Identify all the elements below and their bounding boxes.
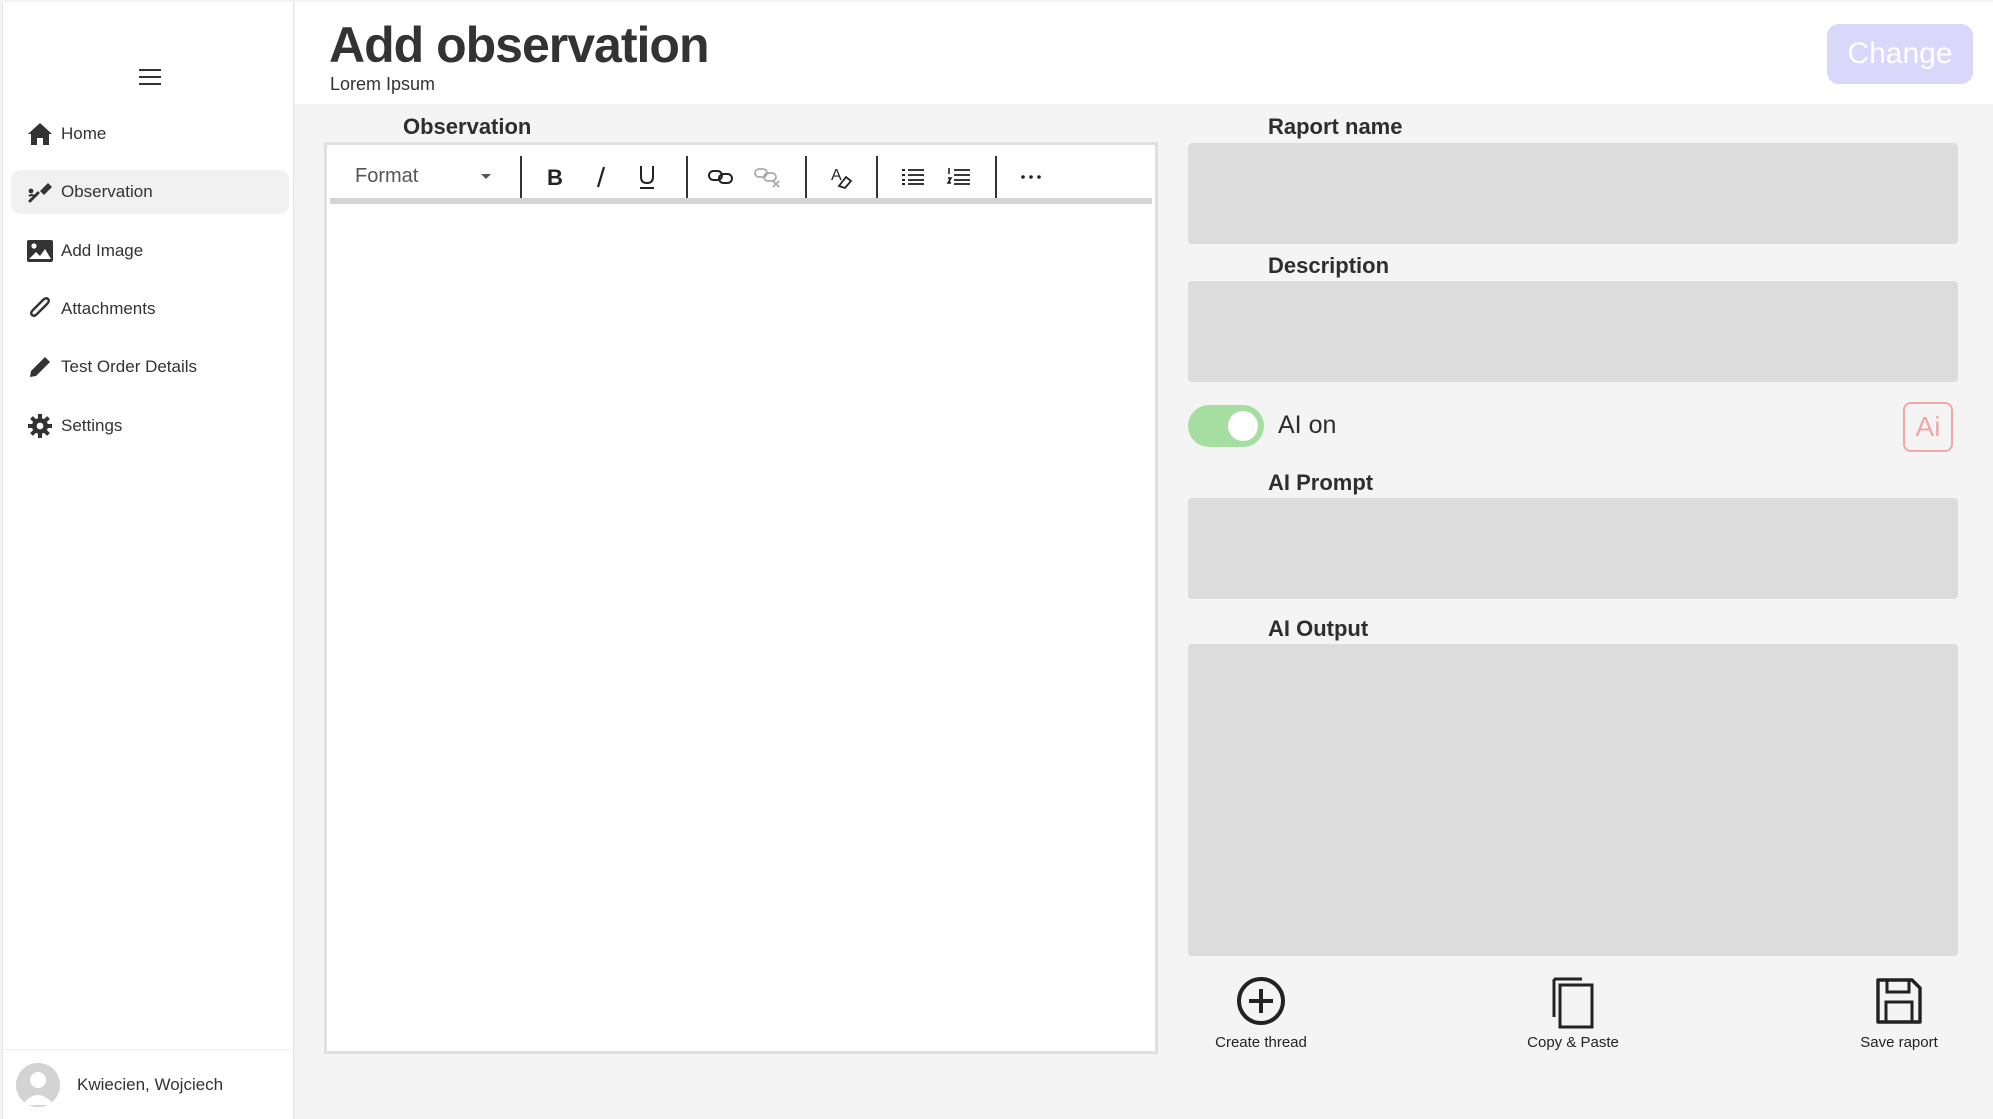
description-input[interactable] [1188,281,1958,382]
ai-toggle-label: AI on [1278,411,1337,439]
toolbar-separator [520,156,522,198]
svg-text:B: B [547,165,563,189]
copy-paste-button[interactable]: Copy & Paste [1508,974,1638,1054]
page-title: Add observation [329,17,709,73]
sidebar-item-settings[interactable]: Settings [11,404,289,448]
sidebar-item-label: Attachments [61,299,156,318]
ai-output-label: AI Output [1268,616,1369,641]
save-icon [1872,974,1926,1028]
paperclip-icon [25,294,55,324]
unlink-icon[interactable] [750,160,784,194]
sidebar: Home Observation Add Image Attachments T… [2,2,295,1119]
observation-label: Observation [403,114,532,139]
underline-icon[interactable] [630,160,664,194]
sidebar-item-label: Test Order Details [61,357,198,376]
format-dropdown-label: Format [355,164,419,187]
rich-text-editor: Format B A [324,142,1158,1054]
ai-toggle[interactable] [1188,405,1264,447]
save-raport-button[interactable]: Save raport [1834,974,1964,1054]
save-raport-label: Save raport [1860,1034,1938,1051]
copy-icon [1546,974,1600,1029]
bold-icon[interactable]: B [538,160,572,194]
caret-down-icon [481,174,491,179]
ai-prompt-input[interactable] [1188,498,1958,599]
svg-text:A: A [831,167,842,184]
plus-circle-icon [1234,974,1288,1028]
image-icon [25,236,55,266]
page-subtitle: Lorem Ipsum [330,74,436,94]
observation-icon [25,177,55,207]
gear-icon [25,411,55,441]
format-dropdown[interactable]: Format [355,161,495,191]
pencil-icon [25,352,55,382]
numbered-list-icon[interactable] [942,160,976,194]
ai-icon[interactable]: Ai [1903,402,1953,452]
description-label: Description [1268,253,1390,278]
page-header: Add observation Lorem Ipsum Change [295,2,1993,104]
toolbar-separator [995,156,997,198]
avatar-icon [16,1062,60,1107]
sidebar-item-label: Settings [61,416,123,435]
bullet-list-icon[interactable] [896,160,930,194]
ai-output-area[interactable] [1188,644,1958,956]
sidebar-item-label: Observation [61,182,153,201]
sidebar-item-test-order-details[interactable]: Test Order Details [11,345,289,389]
clear-format-icon[interactable]: A [825,160,859,194]
home-icon [25,119,55,149]
hamburger-icon[interactable] [137,66,163,88]
editor-content-area[interactable] [330,210,1152,1048]
more-icon[interactable] [1014,160,1048,194]
link-icon[interactable] [704,160,738,194]
toolbar-separator [876,156,878,198]
italic-icon[interactable] [584,160,618,194]
user-name: Kwiecien, Wojciech [77,1074,224,1094]
sidebar-item-home[interactable]: Home [11,112,289,156]
sidebar-item-label: Add Image [61,241,144,260]
create-thread-button[interactable]: Create thread [1196,974,1326,1054]
change-button[interactable]: Change [1827,24,1973,84]
editor-toolbar: Format B A [330,148,1152,204]
user-profile[interactable]: Kwiecien, Wojciech [3,1049,295,1119]
raport-name-input[interactable] [1188,143,1958,244]
toggle-knob [1228,411,1258,441]
create-thread-label: Create thread [1215,1034,1307,1051]
toolbar-separator [805,156,807,198]
copy-paste-label: Copy & Paste [1527,1034,1619,1051]
toolbar-separator [686,156,688,198]
sidebar-item-add-image[interactable]: Add Image [11,229,289,273]
sidebar-item-label: Home [61,124,107,143]
raport-name-label: Raport name [1268,114,1403,139]
sidebar-item-observation[interactable]: Observation [11,170,289,214]
ai-prompt-label: AI Prompt [1268,470,1374,495]
sidebar-item-attachments[interactable]: Attachments [11,287,289,331]
